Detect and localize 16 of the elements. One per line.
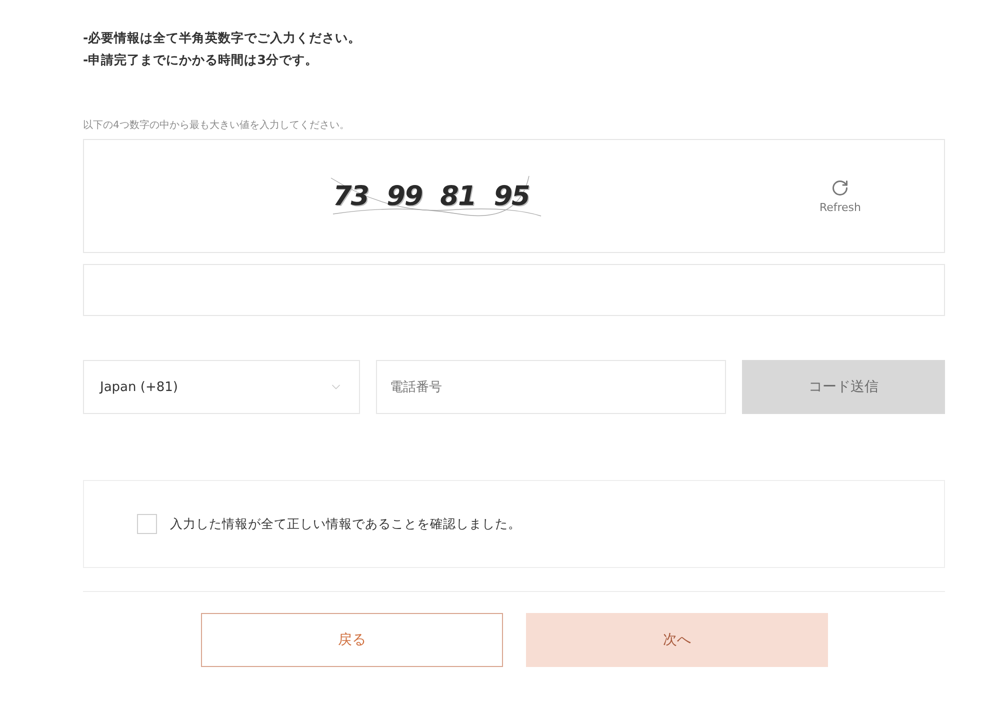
captcha-number: 99 (386, 180, 422, 212)
country-select[interactable]: Japan (+81) (83, 360, 360, 414)
answer-field[interactable] (83, 264, 945, 316)
note-text: -申請完了までにかかる時間は3分です。 (83, 51, 319, 69)
checkbox[interactable] (137, 514, 157, 534)
captcha-number: 81 (440, 180, 476, 212)
phone-number-field[interactable]: 電話番号 (376, 360, 726, 414)
refresh-button[interactable]: Refresh (819, 178, 861, 214)
refresh-icon (831, 178, 850, 196)
captcha-number: 95 (494, 180, 530, 212)
captcha-instruction: 以下の4つ数字の中から最も大きい値を入力してください。 (83, 119, 350, 133)
note-text: -必要情報は全て半角英数字でご入力ください。 (83, 29, 362, 47)
country-value: Japan (+81) (100, 380, 178, 394)
back-button[interactable]: 戻る (201, 613, 503, 667)
confirmation-label: 入力した情報が全て正しい情報であることを確認しました。 (170, 516, 521, 532)
captcha-number: 73 (333, 180, 369, 212)
